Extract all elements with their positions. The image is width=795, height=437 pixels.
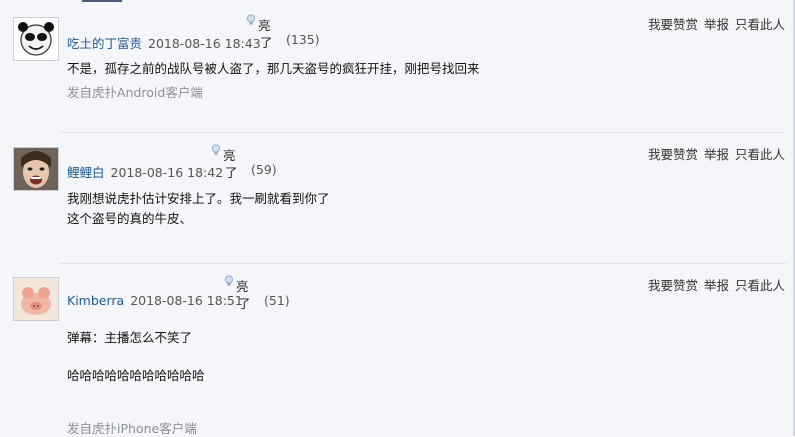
post-meta: 吃土的丁富贵 2018-08-16 18:43: [67, 33, 261, 52]
lightbulb-icon: [247, 14, 255, 25]
lightbulb-icon: [212, 144, 220, 155]
report-button[interactable]: 举报: [704, 147, 729, 162]
avatar-image: [14, 18, 58, 60]
report-button[interactable]: 举报: [704, 278, 729, 293]
light-count: (135): [286, 32, 320, 47]
post-divider: [60, 132, 787, 133]
lightbulb-icon: [225, 275, 233, 286]
top-divider: [0, 0, 795, 4]
avatar-image: [14, 148, 58, 190]
username-link[interactable]: Kimberra: [67, 293, 124, 308]
post-meta: 鲤鲤白 2018-08-16 18:42: [67, 162, 223, 181]
client-source: 发自虎扑iPhone客户端: [67, 421, 197, 436]
avatar[interactable]: [13, 277, 59, 321]
light-suffix: 了: [260, 35, 273, 50]
only-this-user-button[interactable]: 只看此人: [735, 17, 785, 32]
username-link[interactable]: 鲤鲤白: [67, 165, 105, 180]
post-meta: Kimberra 2018-08-16 18:51: [67, 293, 243, 308]
reward-button[interactable]: 我要赞赏: [648, 17, 698, 32]
post-content: 我刚想说虎扑估计安排上了。我一刷就看到你了 这个盗号的真的牛皮、: [67, 189, 330, 229]
content-line: 弹幕：主播怎么不笑了: [67, 330, 193, 345]
reward-button[interactable]: 我要赞赏: [648, 278, 698, 293]
light-count: (51): [264, 293, 290, 308]
client-source: 发自虎扑Android客户端: [67, 85, 203, 100]
username-link[interactable]: 吃土的丁富贵: [67, 36, 142, 51]
post-actions: 我要赞赏 举报 只看此人: [642, 14, 785, 33]
content-line: 哈哈哈哈哈哈哈哈哈哈哈: [67, 368, 205, 383]
content-line: 这个盗号的真的牛皮、: [67, 211, 193, 226]
post-time: 2018-08-16 18:51: [130, 293, 243, 308]
light-count: (59): [251, 162, 277, 177]
avatar[interactable]: [13, 147, 59, 191]
content-line: 不是，孤存之前的战队号被人盗了，那几天盗号的疯狂开挂，刚把号找回来: [67, 61, 480, 76]
post-content: 不是，孤存之前的战队号被人盗了，那几天盗号的疯狂开挂，刚把号找回来: [67, 59, 480, 79]
only-this-user-button[interactable]: 只看此人: [735, 278, 785, 293]
post-actions: 我要赞赏 举报 只看此人: [642, 144, 785, 163]
report-button[interactable]: 举报: [704, 17, 729, 32]
light-suffix: 了: [238, 296, 251, 311]
avatar[interactable]: [13, 17, 59, 61]
only-this-user-button[interactable]: 只看此人: [735, 147, 785, 162]
post-divider: [60, 263, 787, 264]
avatar-image: [14, 278, 58, 320]
post-content: 弹幕：主播怎么不笑了 哈哈哈哈哈哈哈哈哈哈哈: [67, 328, 205, 386]
reward-button[interactable]: 我要赞赏: [648, 147, 698, 162]
post-actions: 我要赞赏 举报 只看此人: [642, 275, 785, 294]
post-time: 2018-08-16 18:42: [110, 165, 224, 180]
content-line: 我刚想说虎扑估计安排上了。我一刷就看到你了: [67, 191, 330, 206]
light-suffix: 了: [225, 165, 238, 180]
post-time: 2018-08-16 18:43: [148, 36, 261, 51]
